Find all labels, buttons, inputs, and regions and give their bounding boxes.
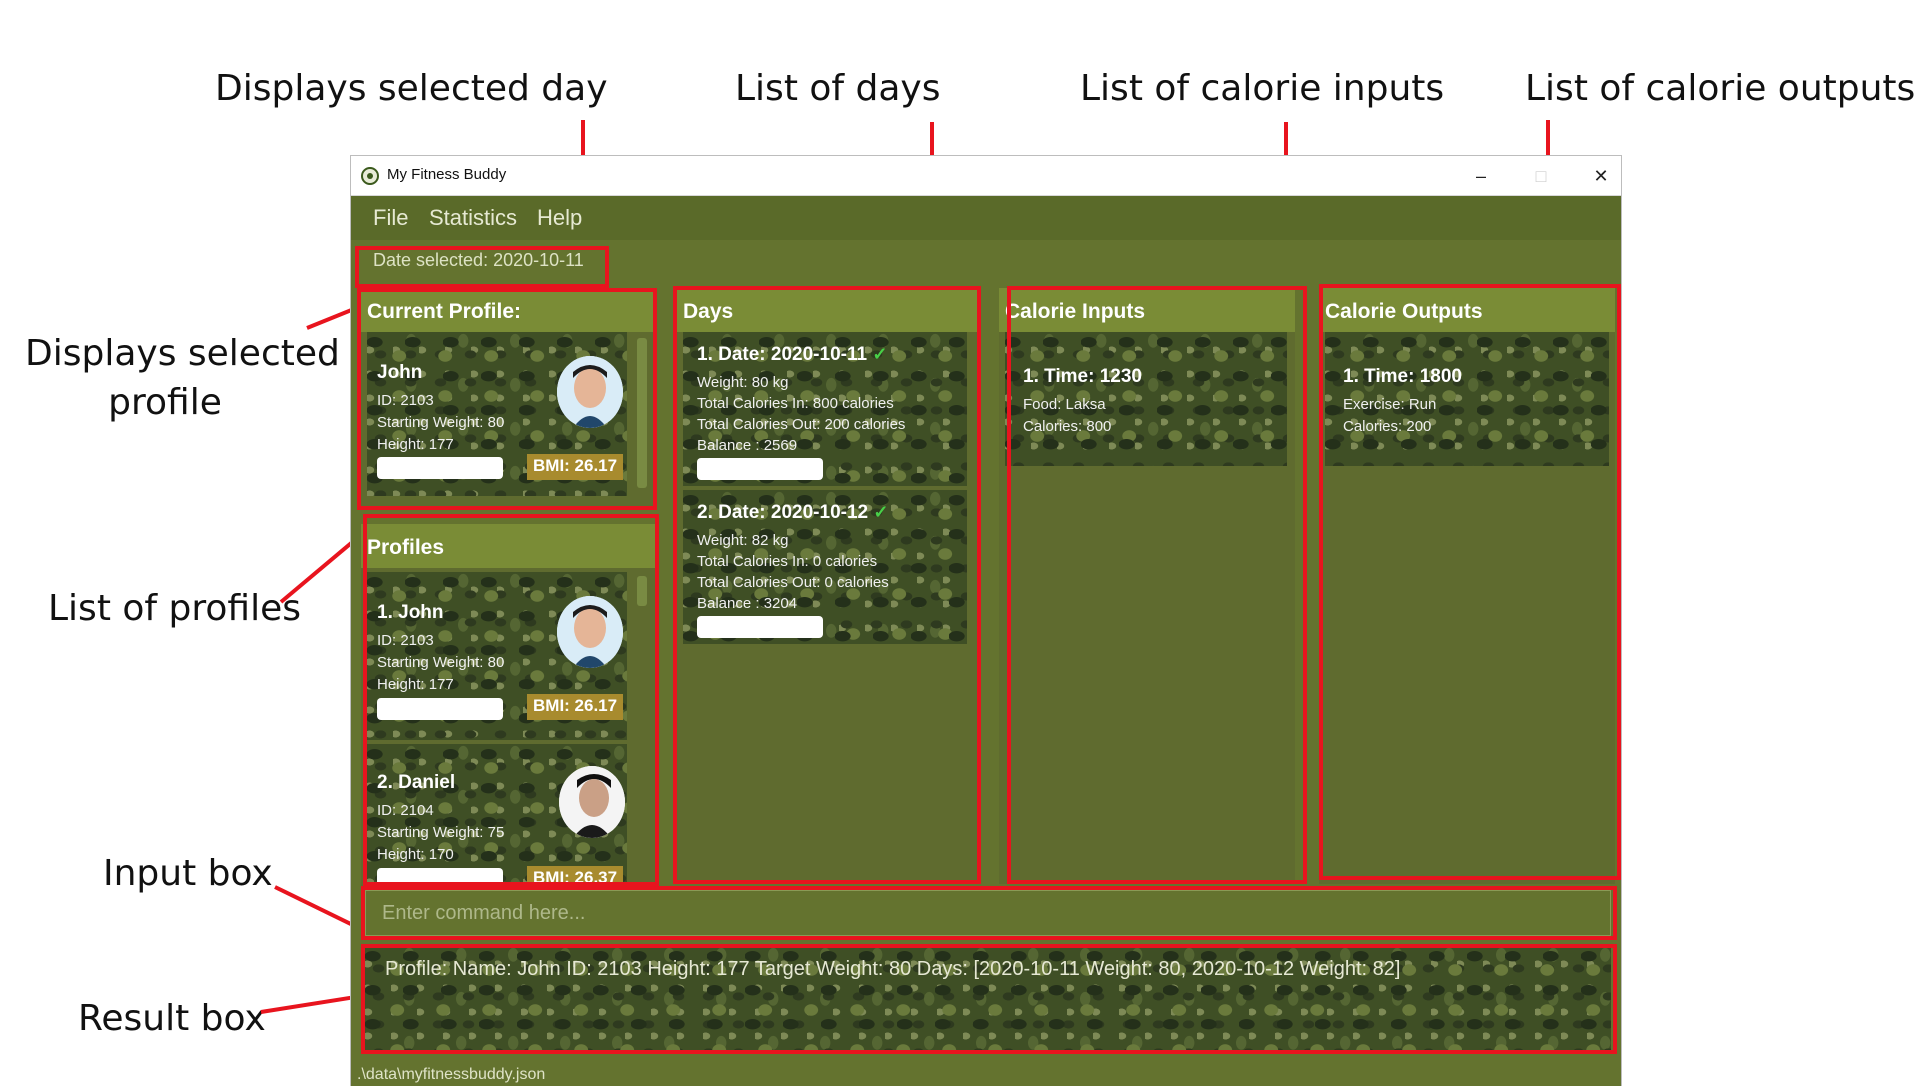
annotation-selected-profile: Displays selected profile [25,333,340,423]
status-file-path: .\data\myfitnessbuddy.json [357,1066,546,1083]
highlight-result-box [361,944,1617,1054]
title-bar: My Fitness Buddy – □ ✕ [351,156,1621,196]
app-window: My Fitness Buddy – □ ✕ File Statistics H… [350,155,1622,1086]
menu-bar: File Statistics Help [351,196,1621,240]
annotation-input-box: Input box [103,853,273,894]
annotation-list-of-profiles: List of profiles [48,588,301,629]
annotation-line [279,540,355,604]
app-logo-icon [361,167,379,185]
highlight-profiles [363,514,659,886]
annotation-calorie-inputs: List of calorie inputs [1080,68,1445,109]
highlight-command-box [361,886,1617,940]
status-bar: .\data\myfitnessbuddy.json [351,1064,1621,1086]
highlight-calorie-outputs [1319,284,1621,880]
menu-statistics[interactable]: Statistics [429,205,517,231]
highlight-current-profile [357,288,657,510]
highlight-date-selected [355,246,609,288]
maximize-button[interactable]: □ [1521,162,1561,190]
close-button[interactable]: ✕ [1581,162,1621,190]
menu-file[interactable]: File [373,205,408,231]
menu-help[interactable]: Help [537,205,582,231]
highlight-days [673,286,981,884]
annotation-result-box: Result box [78,998,266,1039]
annotation-line [306,307,355,330]
annotation-list-of-days: List of days [735,68,941,109]
highlight-calorie-inputs [1007,286,1307,884]
annotation-calorie-outputs: List of calorie outputs [1525,68,1916,109]
annotation-line [274,885,362,931]
minimize-button[interactable]: – [1461,162,1501,190]
annotation-selected-day: Displays selected day [215,68,608,109]
window-title: My Fitness Buddy [387,166,507,183]
